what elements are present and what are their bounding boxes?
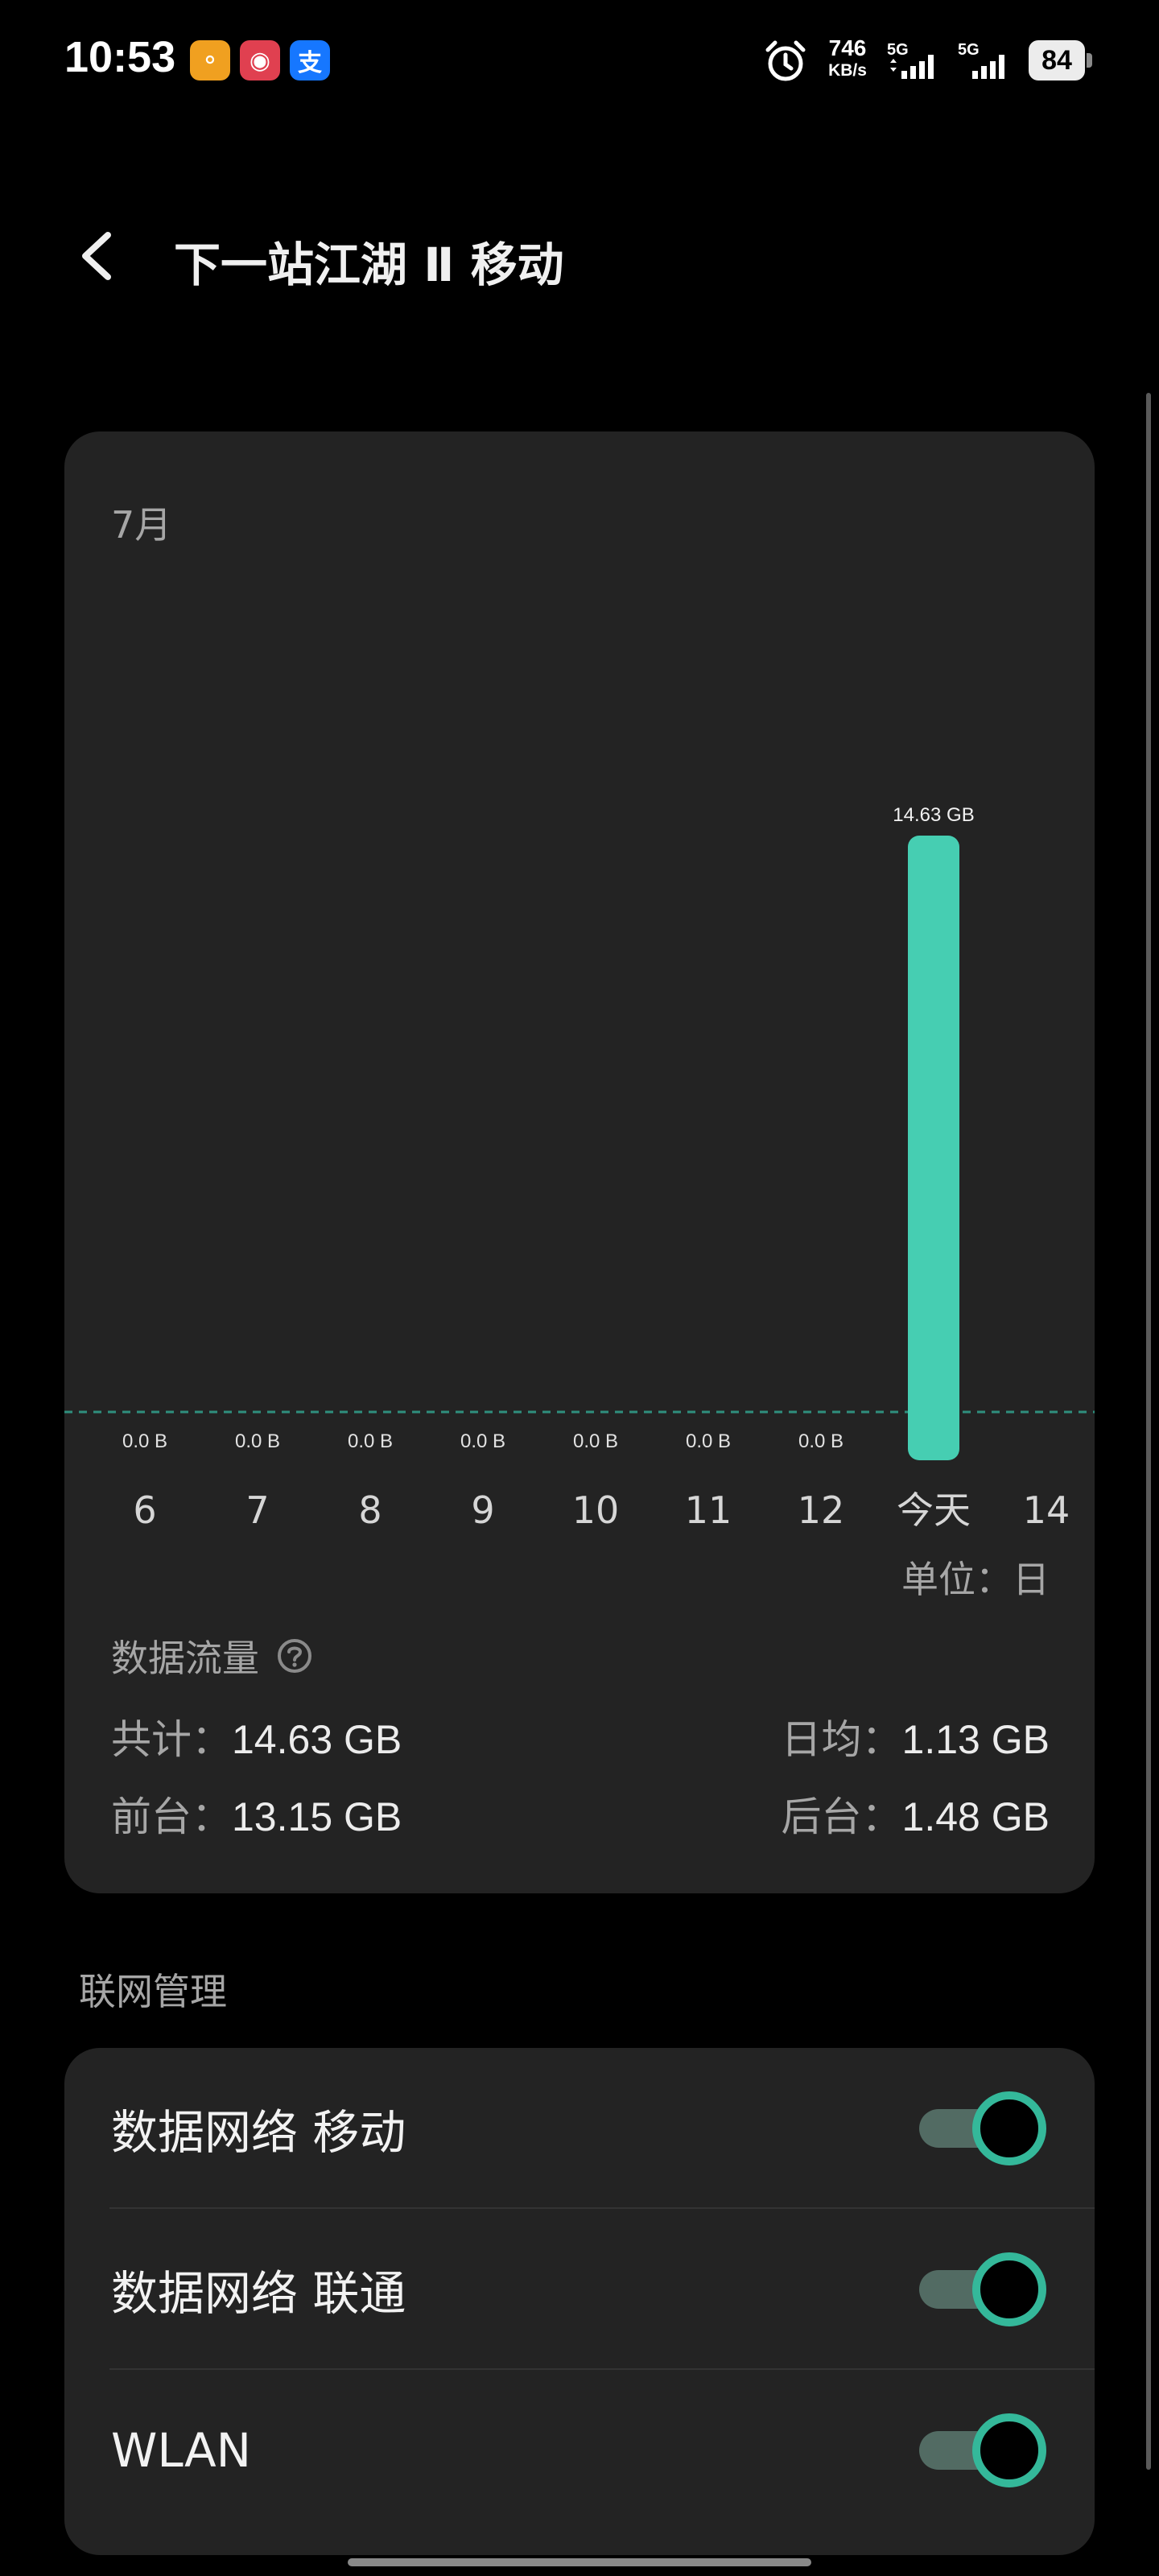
background-usage: 后台：1.48 GB [782,1797,1050,1837]
page-title: 下一站江湖 Ⅱ 移动 [174,237,564,292]
background-usage-label: 后台： [781,1794,902,1840]
battery-indicator: 84 [1029,40,1093,80]
data-usage-title-text: 数据流量 [111,1637,259,1680]
bar-value-label-4: 0.0 B [573,1430,618,1452]
foreground-usage: 前台：13.15 GB [111,1797,402,1837]
mobile-data-label: 数据网络 移动 [111,2105,406,2160]
x-tick-label-2: 8 [358,1488,382,1532]
toggle-thumb [972,2252,1046,2326]
mobile-data-toggle[interactable] [919,2088,1048,2169]
battery-level: 84 [1029,40,1085,80]
x-tick-label-8: 14 [1023,1488,1070,1532]
daily-average: 日均：1.13 GB [782,1719,1050,1760]
unit-value: 日 [1013,1558,1050,1601]
x-tick-label-0: 6 [133,1488,156,1532]
total-usage-value: 14.63 GB [232,1717,402,1762]
back-arrow-icon [82,232,111,280]
game-app-icon: ⚬ [190,40,230,80]
data-usage-card: 7月 0.0 B 0.0 B 0.0 B 0.0 B 0.0 B 0.0 B 0.0 B 14… [64,431,1095,1893]
foreground-usage-label: 前台： [111,1794,232,1840]
game-app-glyph: ⚬ [200,46,221,75]
mobile-data-row[interactable]: 数据网络 移动 [64,2048,1095,2209]
scrollbar[interactable] [1146,393,1151,2470]
signal-5g-icon-2: 5G [958,41,1004,79]
wlan-toggle[interactable] [919,2410,1048,2491]
back-button[interactable] [64,224,129,288]
wlan-label: WLAN [111,2423,252,2478]
x-tick-label-5: 11 [685,1488,732,1532]
network-speed: 746 KB/s [819,35,876,80]
alipay-icon: 支 [290,40,330,80]
background-usage-value: 1.48 GB [901,1794,1050,1839]
network-management-title: 联网管理 [79,1970,227,2013]
usage-bar-7[interactable] [908,836,959,1460]
chart-unit: 单位：日 [901,1550,1050,1604]
x-tick-label-7: 今天 [897,1488,971,1532]
network-speed-unit: KB/s [828,61,867,80]
unit-prefix: 单位： [901,1558,1013,1601]
help-icon[interactable] [277,1638,312,1674]
toggle-thumb [972,2413,1046,2487]
status-bar: 10:53 ⚬ ◉ 支 746 KB/s 5G 5G 84 [0,0,1159,121]
total-usage: 共计：14.63 GB [111,1719,402,1760]
network-management-card: 数据网络 移动 数据网络 联通 WLAN [64,2048,1095,2555]
status-time: 10:53 [64,33,176,81]
data-usage-section-title: 数据流量 [111,1629,312,1682]
home-indicator[interactable] [348,2558,811,2566]
wlan-row[interactable]: WLAN [64,2370,1095,2531]
daily-average-value: 1.13 GB [901,1717,1050,1762]
total-usage-label: 共计： [111,1716,232,1763]
bar-value-label-7: 14.63 GB [893,804,974,826]
signal-1-label: 5G [887,41,909,59]
unicom-data-row[interactable]: 数据网络 联通 [64,2209,1095,2370]
x-tick-label-3: 9 [471,1488,494,1532]
x-tick-label-1: 7 [245,1488,269,1532]
bar-value-label-6: 0.0 B [798,1430,843,1452]
network-speed-value: 746 [828,35,867,60]
signal-2-label: 5G [958,41,980,59]
signal-5g-icon-1: 5G [887,41,934,79]
alipay-glyph: 支 [298,49,322,77]
unicom-data-label: 数据网络 联通 [111,2266,406,2321]
x-tick-label-4: 10 [572,1488,620,1532]
alarm-clock-icon [765,40,806,81]
bar-value-label-1: 0.0 B [235,1430,280,1452]
x-tick-label-6: 12 [798,1488,845,1532]
unicom-data-toggle[interactable] [919,2249,1048,2330]
shopping-app-glyph: ◉ [249,46,271,75]
shopping-app-icon: ◉ [240,40,280,80]
bar-value-label-5: 0.0 B [686,1430,731,1452]
daily-average-label: 日均： [781,1716,902,1763]
bar-value-label-0: 0.0 B [122,1430,167,1452]
battery-tip [1087,53,1092,68]
bar-value-label-3: 0.0 B [460,1430,505,1452]
toggle-thumb [972,2091,1046,2165]
bar-value-label-2: 0.0 B [348,1430,393,1452]
foreground-usage-value: 13.15 GB [232,1794,402,1839]
